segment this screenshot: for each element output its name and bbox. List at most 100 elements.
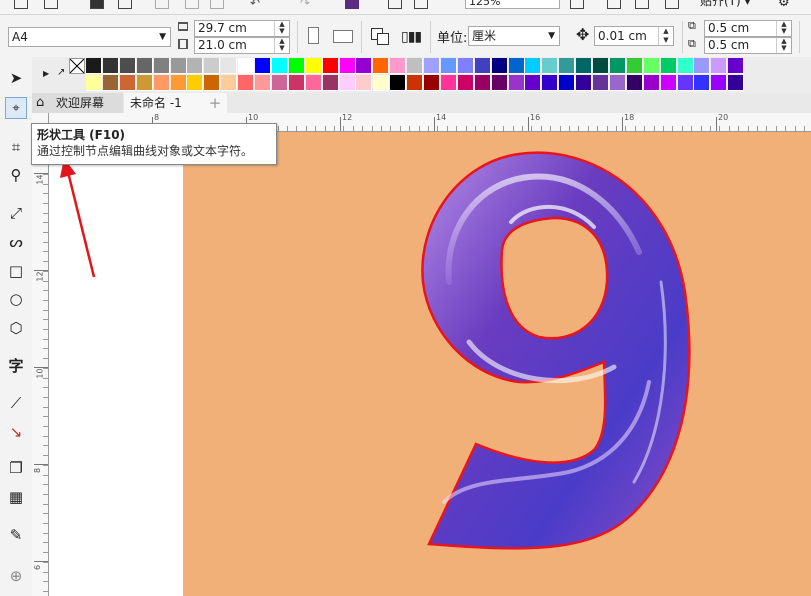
color-swatch[interactable]	[609, 58, 626, 74]
paste-icon[interactable]	[210, 0, 224, 9]
color-swatch[interactable]	[728, 75, 745, 91]
unit-dropdown[interactable]: 厘米 ▼	[468, 26, 560, 46]
color-swatch[interactable]	[187, 58, 204, 74]
ellipse-tool-icon[interactable]: ○	[5, 288, 27, 310]
current-page-icon[interactable]	[377, 33, 389, 45]
color-swatch[interactable]	[170, 75, 187, 91]
color-swatch[interactable]	[457, 58, 474, 74]
color-swatch[interactable]	[221, 58, 238, 74]
color-swatch[interactable]	[102, 58, 119, 74]
color-swatch[interactable]	[559, 75, 576, 91]
copy-icon[interactable]	[185, 0, 199, 9]
color-swatch[interactable]	[643, 58, 660, 74]
snap-to-menu[interactable]: 贴齐(T) ▾	[700, 0, 751, 8]
color-swatch[interactable]	[373, 58, 390, 74]
color-swatch[interactable]	[407, 75, 424, 91]
color-swatch[interactable]	[153, 75, 170, 91]
layout-bars-icon[interactable]: ▯▮▮	[401, 29, 422, 45]
color-swatch[interactable]	[373, 75, 390, 91]
color-swatch[interactable]	[508, 75, 525, 91]
tab-welcome-screen[interactable]: ⌂ 欢迎屏幕	[32, 93, 123, 113]
rectangle-tool-icon[interactable]: □	[5, 260, 27, 282]
color-swatch[interactable]	[660, 58, 677, 74]
import-icon[interactable]	[388, 0, 402, 9]
color-swatch[interactable]	[288, 58, 305, 74]
color-swatch[interactable]	[136, 58, 153, 74]
pick-tool-icon[interactable]: ➤	[5, 67, 27, 89]
color-swatch[interactable]	[694, 58, 711, 74]
show-guidelines-icon[interactable]	[665, 0, 679, 9]
color-swatch[interactable]	[271, 75, 288, 91]
undo-icon[interactable]: ↶	[250, 0, 260, 10]
page-width-field[interactable]: 29.7 cm ▲ ▼	[194, 20, 290, 37]
print-icon[interactable]	[118, 0, 132, 9]
palette-scroll-left-icon[interactable]: ▶	[43, 69, 49, 78]
search-content-icon[interactable]	[345, 0, 359, 9]
save-icon[interactable]	[90, 0, 104, 9]
drop-shadow-tool-icon[interactable]: ❐	[5, 457, 27, 479]
color-swatch[interactable]	[170, 58, 187, 74]
color-swatch[interactable]	[255, 75, 271, 91]
eyedropper-tool-icon[interactable]: ✎	[5, 524, 27, 546]
show-grid-icon[interactable]	[635, 0, 649, 9]
artistic-media-tool-icon[interactable]: ᔕ	[5, 231, 27, 253]
color-swatch[interactable]	[542, 75, 559, 91]
color-swatch[interactable]	[390, 58, 407, 74]
color-swatch[interactable]	[86, 75, 102, 91]
color-swatch[interactable]	[187, 75, 204, 91]
color-swatch[interactable]	[339, 75, 356, 91]
color-swatch[interactable]	[136, 75, 153, 91]
spin-arrows-icon[interactable]: ▲ ▼	[658, 27, 673, 45]
color-swatch[interactable]	[660, 75, 677, 91]
drawing-canvas[interactable]	[49, 132, 811, 596]
color-swatch[interactable]	[491, 58, 508, 74]
color-swatch[interactable]	[491, 75, 508, 91]
color-swatch[interactable]	[728, 58, 745, 74]
color-swatch[interactable]	[677, 75, 694, 91]
spin-arrows-icon[interactable]: ▲ ▼	[776, 38, 791, 53]
color-swatch[interactable]	[221, 75, 238, 91]
color-swatch[interactable]	[525, 75, 542, 91]
vertical-ruler[interactable]: 14 12 10 8 6	[32, 113, 49, 596]
cut-icon[interactable]	[155, 0, 169, 9]
duplicate-distance-x-field[interactable]: 0.5 cm ▲ ▼	[704, 20, 792, 37]
color-swatch[interactable]	[102, 75, 119, 91]
settings-gear-icon[interactable]: ⚙	[778, 0, 790, 10]
color-swatch[interactable]	[153, 58, 170, 74]
color-swatch[interactable]	[576, 75, 593, 91]
crop-tool-icon[interactable]: ⌗	[5, 136, 27, 158]
nudge-distance-field[interactable]: 0.01 cm ▲ ▼	[594, 26, 674, 46]
color-swatch[interactable]	[711, 75, 728, 91]
color-swatch[interactable]	[474, 58, 491, 74]
color-swatch[interactable]	[119, 75, 136, 91]
color-swatch[interactable]	[694, 75, 711, 91]
dimension-tool-icon[interactable]: ⟋	[5, 392, 27, 414]
spin-arrows-icon[interactable]: ▲ ▼	[274, 38, 289, 53]
spin-arrows-icon[interactable]: ▲ ▼	[274, 21, 289, 36]
color-swatch[interactable]	[238, 75, 255, 91]
add-tab-button[interactable]: +	[203, 93, 227, 113]
color-swatch[interactable]	[474, 75, 491, 91]
color-swatch[interactable]	[559, 58, 576, 74]
color-swatch[interactable]	[626, 58, 643, 74]
color-swatch[interactable]	[424, 75, 440, 91]
color-swatch[interactable]	[609, 75, 626, 91]
color-swatch[interactable]	[576, 58, 593, 74]
color-swatch[interactable]	[508, 58, 525, 74]
freehand-tool-icon[interactable]: ⤢	[5, 202, 27, 224]
transparency-tool-icon[interactable]: ▦	[5, 486, 27, 508]
color-swatch[interactable]	[255, 58, 271, 74]
color-swatch[interactable]	[593, 58, 609, 74]
spin-arrows-icon[interactable]: ▲ ▼	[776, 21, 791, 36]
color-swatch[interactable]	[356, 75, 373, 91]
color-swatch[interactable]	[86, 58, 102, 74]
color-swatch[interactable]	[238, 58, 255, 74]
color-swatch[interactable]	[677, 58, 694, 74]
color-swatch[interactable]	[711, 58, 728, 74]
color-swatch[interactable]	[322, 58, 339, 74]
show-rulers-icon[interactable]	[607, 0, 621, 9]
color-swatch[interactable]	[339, 58, 356, 74]
number-nine-object[interactable]	[49, 132, 811, 596]
color-swatch[interactable]	[440, 58, 457, 74]
color-swatch[interactable]	[643, 75, 660, 91]
